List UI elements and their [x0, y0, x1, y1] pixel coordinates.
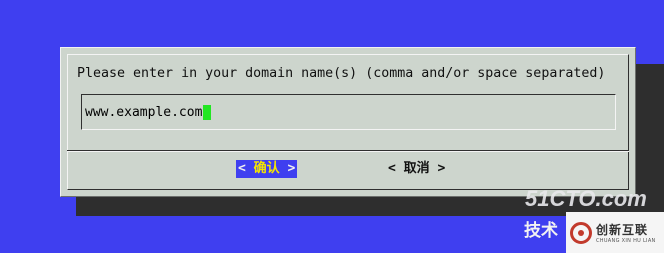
cancel-spacer-2 — [430, 160, 438, 178]
watermark-site: 51CTO.com — [525, 186, 647, 211]
watermark-logo: 创新互联 CHUANG XIN HU LIAN — [566, 212, 664, 253]
ok-spacer — [246, 160, 254, 178]
dialog-prompt: Please enter in your domain name(s) (com… — [77, 66, 606, 81]
cancel-button-label: 取消 — [403, 161, 430, 176]
domain-input-value: www.example.com — [85, 105, 203, 120]
logo-text: 创新互联 CHUANG XIN HU LIAN — [596, 221, 656, 244]
logo-icon — [570, 221, 592, 244]
ok-button[interactable]: < 确认 > — [236, 160, 298, 178]
domain-input[interactable]: www.example.com — [81, 94, 616, 130]
text-cursor — [203, 105, 212, 120]
input-dialog: Please enter in your domain name(s) (com… — [60, 47, 636, 197]
cancel-right-arrow: > — [437, 161, 446, 176]
logo-en: CHUANG XIN HU LIAN — [596, 238, 656, 244]
ok-left-arrow: < — [238, 161, 246, 176]
cancel-left-arrow: < — [388, 161, 396, 176]
ok-spacer-2 — [280, 160, 288, 178]
logo-cn: 创新互联 — [596, 223, 649, 237]
button-separator — [67, 150, 629, 152]
cancel-spacer — [396, 160, 404, 178]
ok-right-arrow: > — [287, 161, 296, 176]
cancel-button[interactable]: < 取消 > — [386, 160, 447, 178]
watermark-sub: 技术 — [524, 221, 558, 241]
domain-input-text[interactable]: www.example.com — [85, 105, 212, 120]
ok-button-label: 确认 — [253, 161, 280, 176]
